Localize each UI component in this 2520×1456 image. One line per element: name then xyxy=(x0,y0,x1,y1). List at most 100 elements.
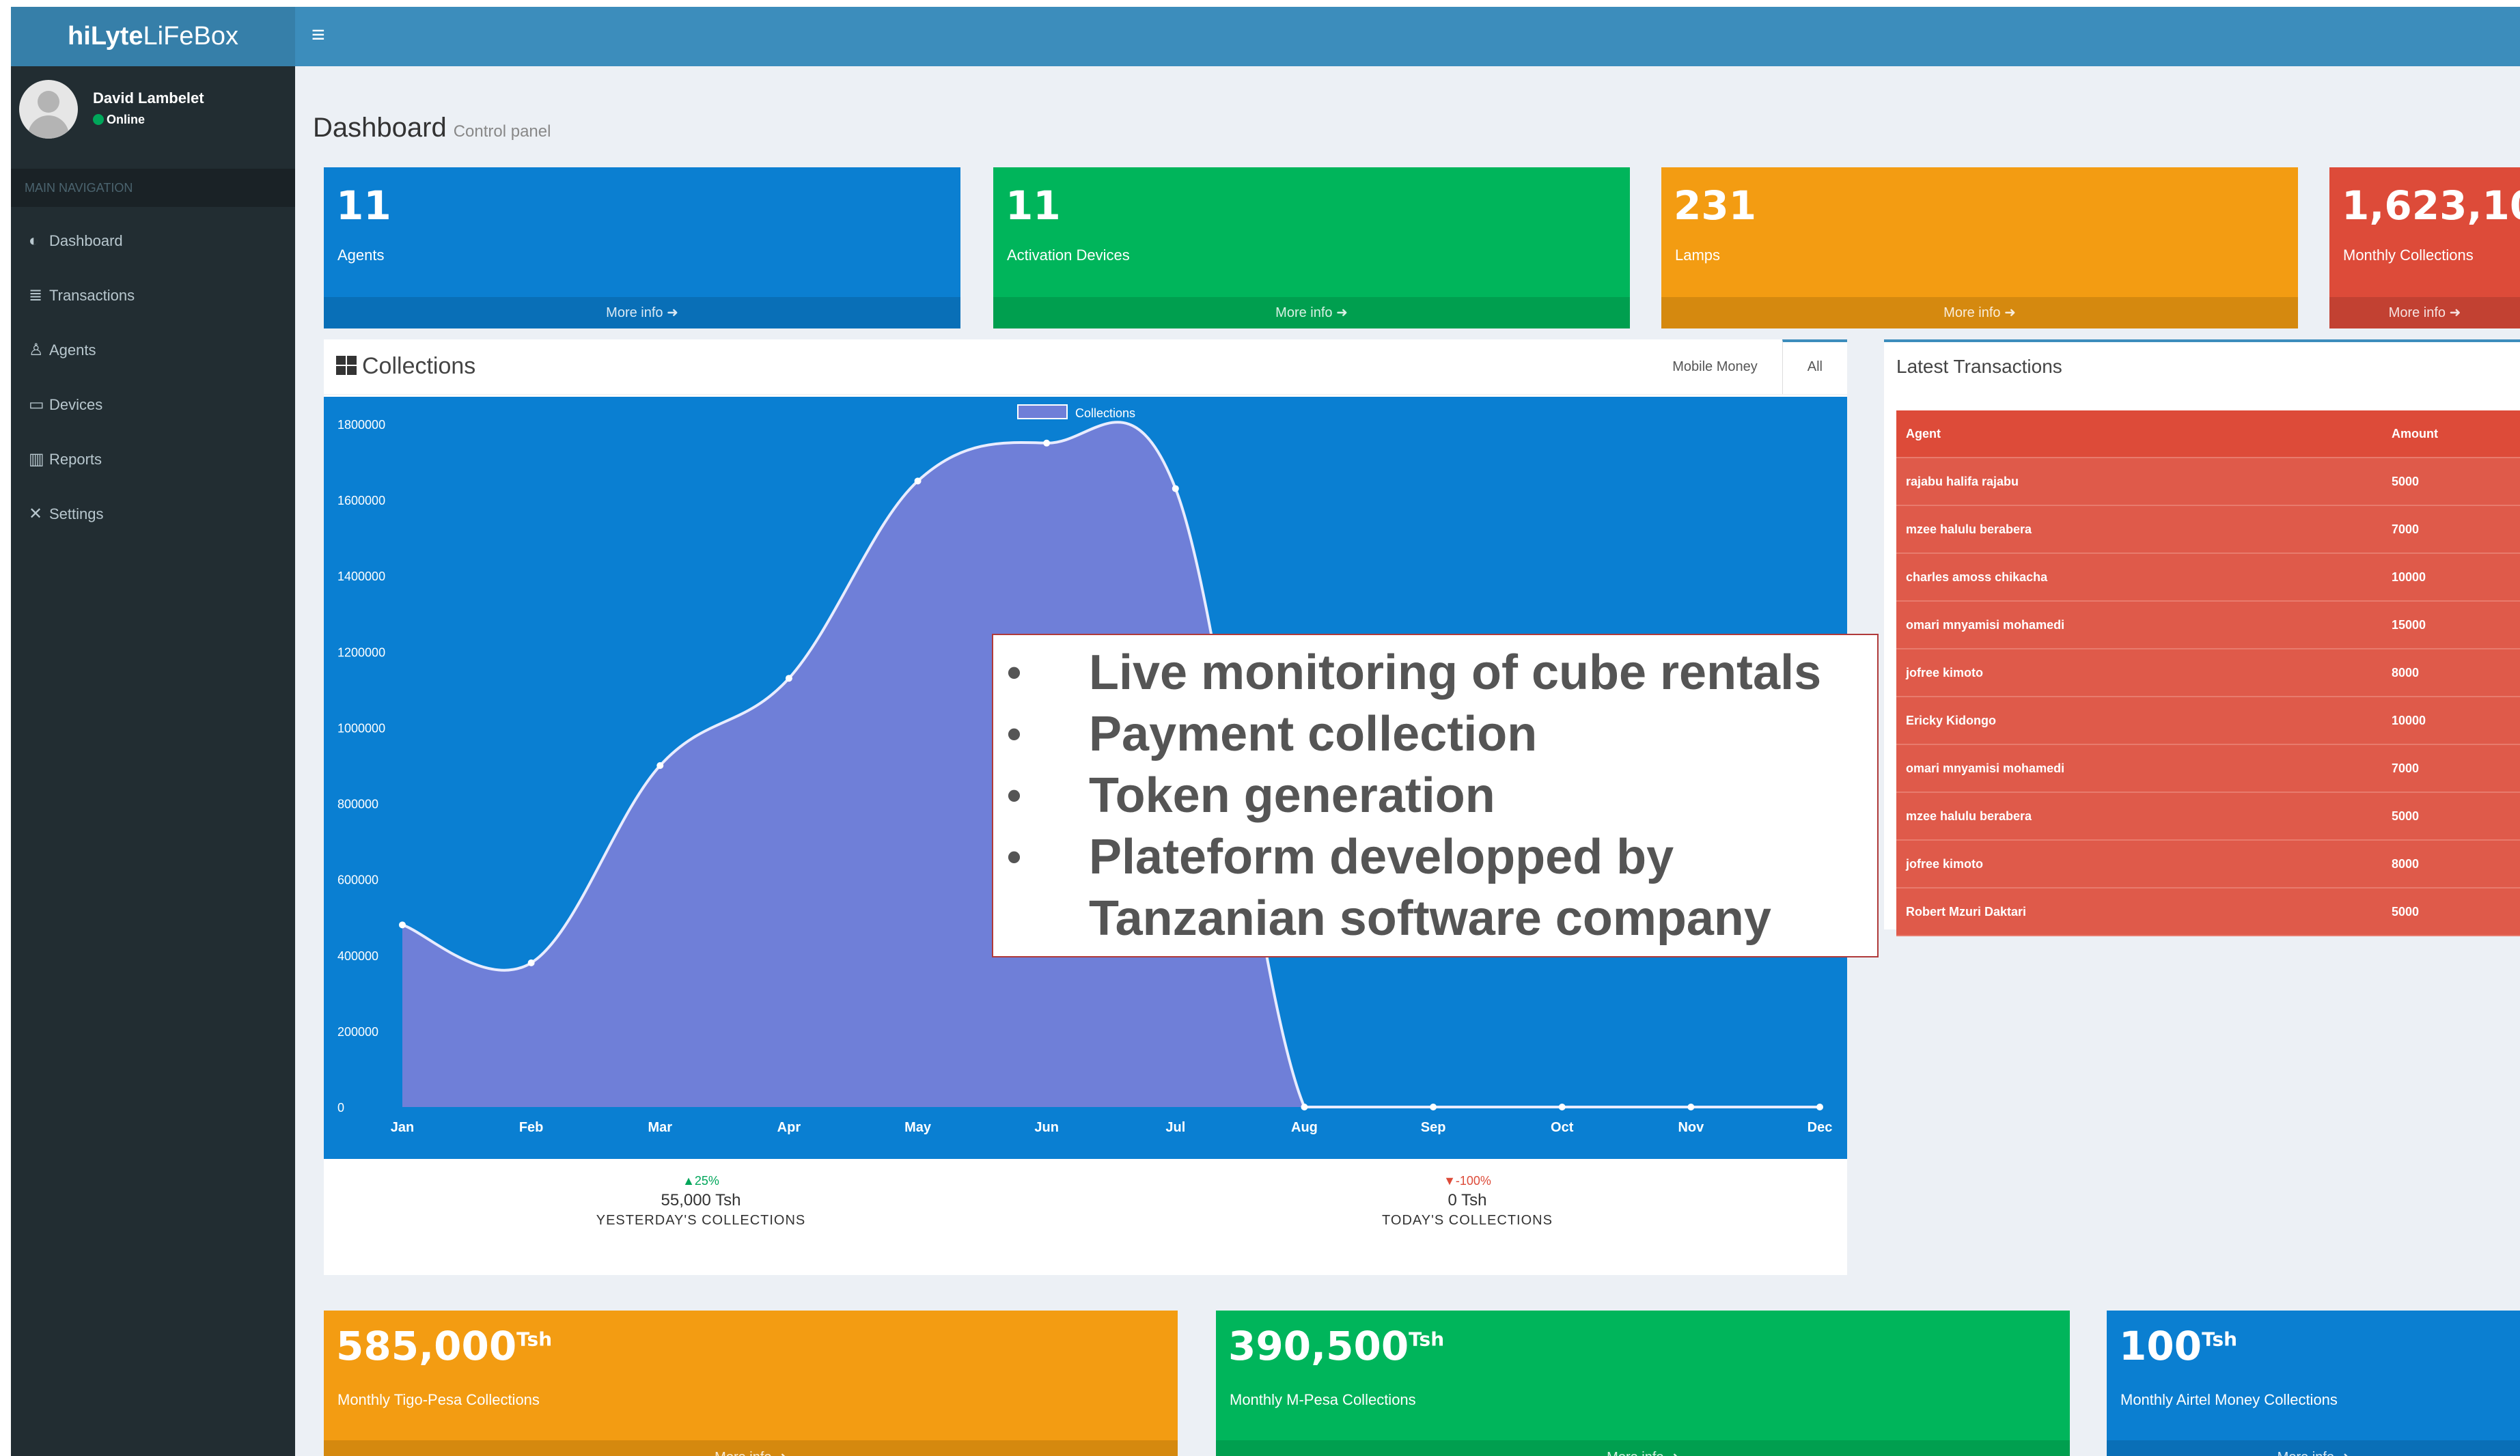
sidebar-item-label: Devices xyxy=(49,396,103,413)
tab-mobile-money[interactable]: Mobile Money xyxy=(1648,339,1782,394)
collections-title-text: Collections xyxy=(362,353,476,379)
sidebar-item-label: Agents xyxy=(49,341,96,359)
stat-box-tigo-pesa: 585,000Tsh Monthly Tigo-Pesa Collections… xyxy=(324,1311,1178,1456)
y-tick-label: 1600000 xyxy=(337,494,385,507)
app-logo[interactable]: hiLyte LiFeBox xyxy=(11,7,295,66)
logo-bold: hiLyte xyxy=(68,22,143,51)
feature-text: Payment collection xyxy=(1089,707,1538,761)
stat-box-airtel-money: 100Tsh Monthly Airtel Money Collections … xyxy=(2107,1311,2520,1456)
user-panel: David Lambelet Online xyxy=(19,80,286,141)
x-tick-label: Feb xyxy=(519,1120,544,1135)
stat-unit: Tsh xyxy=(516,1328,553,1351)
avatar xyxy=(19,80,78,139)
agent-cell: mzee halulu berabera xyxy=(1906,809,2032,823)
more-info-link[interactable]: More info ➜ xyxy=(993,297,1630,328)
x-tick-label: Aug xyxy=(1291,1120,1318,1135)
sidebar-item-devices[interactable]: ▭ Devices xyxy=(11,384,295,425)
column-header-agent: Agent xyxy=(1906,427,1941,440)
table-row[interactable]: omari mnyamisi mohamedi 7000 xyxy=(1896,745,2520,793)
amount-cell: 8000 xyxy=(2392,666,2420,680)
stat-label: Lamps xyxy=(1675,247,1721,264)
user-name: David Lambelet xyxy=(93,89,204,107)
sidebar-item-label: Transactions xyxy=(49,287,135,304)
bullet-icon: • xyxy=(1007,772,1022,818)
legend-swatch xyxy=(1017,404,1068,419)
feature-item: • Live monitoring of cube rentals xyxy=(993,642,1877,703)
tab-all[interactable]: All xyxy=(1782,339,1847,394)
data-point xyxy=(914,477,922,485)
user-status-label: Online xyxy=(107,113,146,126)
more-info-link[interactable]: More info ➜ xyxy=(1661,297,2298,328)
table-header-row: Agent Amount xyxy=(1896,410,2520,458)
table-row[interactable]: mzee halulu berabera 5000 xyxy=(1896,793,2520,841)
x-tick-label: Jul xyxy=(1165,1120,1185,1135)
page-title: Dashboard Control panel xyxy=(313,113,551,143)
sidebar-item-settings[interactable]: ✕ Settings xyxy=(11,494,295,535)
table-row[interactable]: rajabu halifa rajabu 5000 xyxy=(1896,458,2520,506)
data-point xyxy=(1301,1104,1308,1110)
more-info-link[interactable]: More info ➜ xyxy=(324,1440,1178,1456)
amount-cell: 10000 xyxy=(2392,714,2426,727)
table-row[interactable]: Robert Mzuri Daktari 5000 xyxy=(1896,888,2520,936)
table-row[interactable]: charles amoss chikacha 10000 xyxy=(1896,554,2520,602)
stat-value: 11 xyxy=(1006,182,1061,229)
sidebar-item-dashboard[interactable]: ◐ Dashboard xyxy=(11,221,295,262)
table-row[interactable]: jofree kimoto 8000 xyxy=(1896,841,2520,888)
y-tick-label: 200000 xyxy=(337,1025,378,1039)
stat-label: Activation Devices xyxy=(1007,247,1130,264)
sidebar-item-transactions[interactable]: ≣ Transactions xyxy=(11,275,295,316)
stat-value: 231 xyxy=(1674,182,1757,229)
menu-toggle-icon[interactable]: ≡ xyxy=(311,22,325,48)
column-header-amount: Amount xyxy=(2392,427,2438,440)
sidebar-item-label: Dashboard xyxy=(49,232,123,249)
sidebar: David Lambelet Online MAIN NAVIGATION ◐ D… xyxy=(11,66,295,1456)
transactions-icon: ≣ xyxy=(29,286,43,305)
table-row[interactable]: jofree kimoto 8000 xyxy=(1896,649,2520,697)
y-tick-label: 1000000 xyxy=(337,721,385,735)
bullet-icon: • xyxy=(1007,834,1022,880)
feature-text: Tanzanian software company xyxy=(1089,891,1771,946)
feature-list: • Live monitoring of cube rentals • Payment… xyxy=(993,642,1877,949)
stat-value: 100Tsh xyxy=(2119,1323,2237,1369)
agent-cell: jofree kimoto xyxy=(1906,857,1984,871)
more-info-link[interactable]: More info ➜ xyxy=(2107,1440,2520,1456)
x-tick-label: Jun xyxy=(1034,1120,1059,1135)
table-row[interactable]: mzee halulu berabera 7000 xyxy=(1896,506,2520,554)
today-collections: ▼-100% 0 Tsh TODAY'S COLLECTIONS xyxy=(1276,1174,1659,1229)
stat-box-activation-devices: 11 Activation Devices More info ➜ xyxy=(993,167,1630,328)
y-tick-label: 600000 xyxy=(337,873,378,887)
table-row[interactable]: Ericky Kidongo 10000 xyxy=(1896,697,2520,745)
sidebar-item-agents[interactable]: ♙ Agents xyxy=(11,330,295,371)
transactions-table: Agent Amount rajabu halifa rajabu 5000 mze… xyxy=(1896,410,2520,936)
collections-tabs: Mobile Money All xyxy=(1648,339,1847,394)
amount-cell: 5000 xyxy=(2392,809,2420,823)
x-tick-label: Nov xyxy=(1678,1120,1704,1135)
agent-cell: jofree kimoto xyxy=(1906,666,1984,680)
feature-text: Live monitoring of cube rentals xyxy=(1089,645,1822,700)
feature-item: Tanzanian software company xyxy=(993,888,1877,949)
yesterday-collections: ▲25% 55,000 Tsh YESTERDAY'S COLLECTIONS xyxy=(510,1174,892,1229)
feature-item: • Payment collection xyxy=(993,703,1877,765)
more-info-link[interactable]: More info ➜ xyxy=(1216,1440,2070,1456)
table-row[interactable]: omari mnyamisi mohamedi 15000 xyxy=(1896,602,2520,649)
data-point xyxy=(1816,1104,1823,1110)
stat-amount: 390,500 xyxy=(1228,1323,1409,1369)
more-info-link[interactable]: More info ➜ xyxy=(2329,297,2520,328)
more-info-link[interactable]: More info ➜ xyxy=(324,297,960,328)
yesterday-label: YESTERDAY'S COLLECTIONS xyxy=(596,1213,806,1228)
feature-item: • Token generation xyxy=(993,765,1877,826)
feature-callout: • Live monitoring of cube rentals • Payment… xyxy=(992,634,1879,957)
x-tick-label: Oct xyxy=(1551,1120,1574,1135)
data-point xyxy=(1172,485,1179,492)
stat-value: 585,000Tsh xyxy=(336,1323,552,1369)
today-label: TODAY'S COLLECTIONS xyxy=(1382,1213,1553,1228)
amount-cell: 7000 xyxy=(2392,522,2420,536)
stat-amount: 100 xyxy=(2119,1323,2202,1369)
data-point xyxy=(527,959,535,966)
data-point xyxy=(1558,1104,1566,1110)
sidebar-item-reports[interactable]: ▥ Reports xyxy=(11,439,295,480)
top-navbar: hiLyte LiFeBox ≡ xyxy=(11,7,2520,66)
today-amount: 0 Tsh xyxy=(1448,1191,1487,1209)
stat-unit: Tsh xyxy=(1409,1328,1445,1351)
data-point xyxy=(399,921,406,929)
